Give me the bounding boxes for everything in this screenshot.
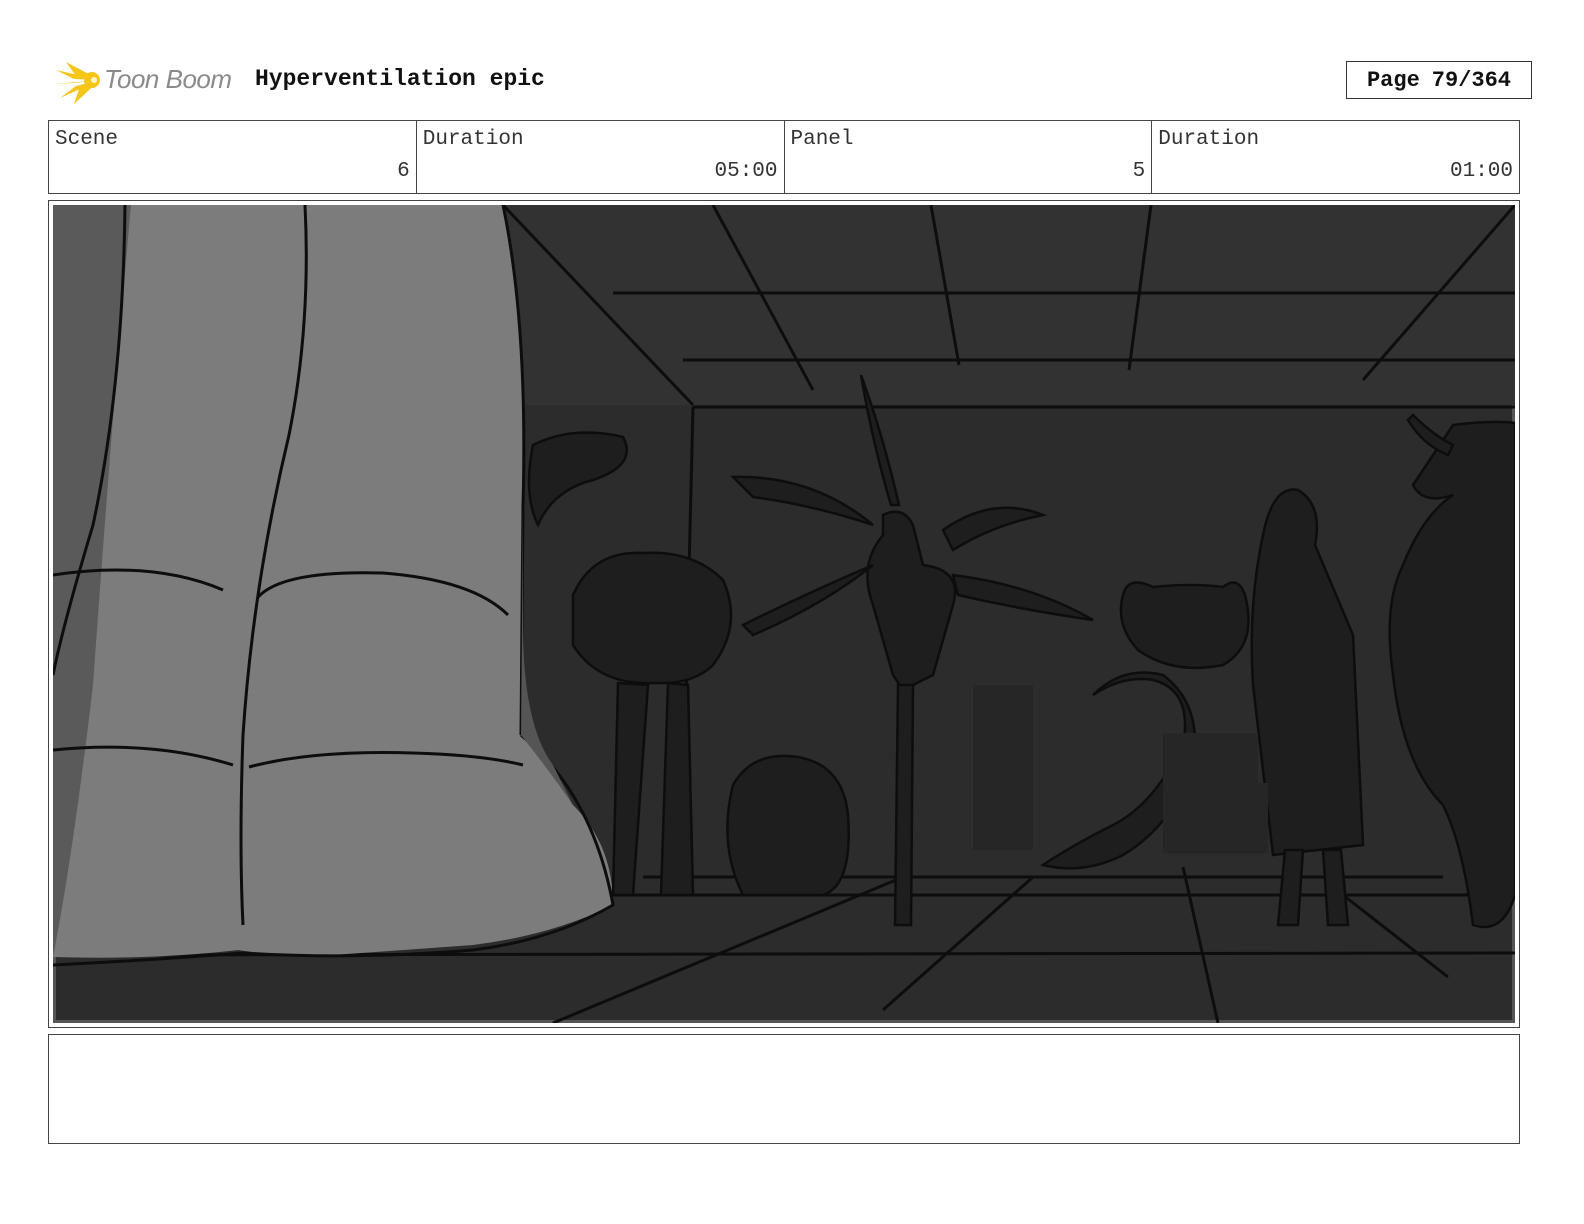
toon-boom-logo: Toon Boom [52,56,242,106]
panel-notes [48,1034,1520,1144]
scene-info-row: Scene 6 Duration 05:00 Panel 5 Duration … [48,120,1520,194]
panel-cell: Panel 5 [785,121,1153,193]
page-number: 79/364 [1431,67,1512,93]
page-header: Toon Boom Hyperventilation epic Page 79/… [52,56,1532,106]
panel-duration-label: Duration [1158,128,1260,151]
page-label: Page [1366,67,1420,93]
panel-label: Panel [790,128,854,151]
panel-duration-cell: Duration 01:00 [1152,121,1519,193]
scene-cell: Scene 6 [49,121,417,193]
scene-label: Scene [55,128,119,151]
starburst-icon [54,62,100,104]
logo-text: Toon Boom [104,64,232,94]
scene-duration-value: 05:00 [714,160,778,183]
scene-duration-cell: Duration 05:00 [417,121,785,193]
storyboard-panel [48,200,1520,1028]
scene-duration-label: Duration [422,128,524,151]
panel-value: 5 [1132,160,1146,183]
page-indicator: Page 79/364 [1346,61,1532,99]
scene-value: 6 [397,160,410,183]
project-title: Hyperventilation epic [255,66,545,92]
panel-sketch [53,205,1515,1023]
panel-duration-value: 01:00 [1449,160,1513,183]
